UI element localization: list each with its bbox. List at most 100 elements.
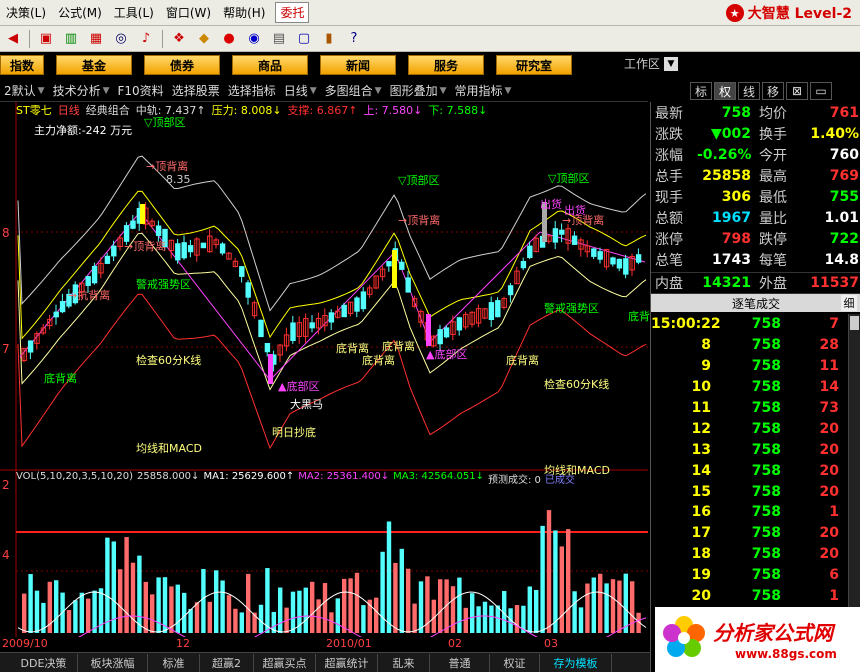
- menu-help[interactable]: 帮助(H): [217, 4, 271, 21]
- tab-window-icon[interactable]: ▭: [810, 82, 832, 100]
- candle-body: [27, 340, 34, 353]
- globe-icon[interactable]: ◉: [243, 29, 265, 49]
- invest-icon[interactable]: ❖: [168, 29, 190, 49]
- candle-body: [111, 245, 117, 257]
- tick-row[interactable]: 8 758 28: [651, 335, 847, 356]
- chart-icon[interactable]: ▥: [60, 29, 82, 49]
- tick-row[interactable]: 15:00:22 758 7: [651, 314, 847, 335]
- quote-grid: 最新 758 均价 761 涨跌 ▼002 换手 1.40% 涨幅 -0.26% 今开 760 总手 25…: [651, 102, 860, 270]
- quote-value: 760: [829, 146, 859, 163]
- tick-row[interactable]: 18 758 20: [651, 544, 847, 565]
- menu-window[interactable]: 窗口(W): [160, 4, 217, 21]
- tick-row[interactable]: 20 758 1: [651, 586, 847, 607]
- volume-bar: [226, 595, 232, 633]
- volume-bar: [546, 510, 552, 633]
- nav-service[interactable]: 服务: [408, 55, 484, 75]
- dragon-icon[interactable]: ●: [218, 29, 240, 49]
- func-default[interactable]: 2默认 ▼: [0, 82, 49, 99]
- tick-list[interactable]: 15:00:22 758 7 8 758 28 9 758 11 10 758 14 11 758 73 12…: [651, 314, 847, 606]
- tab-sector-gain[interactable]: 板块涨幅: [78, 653, 148, 672]
- tab-chaoying2[interactable]: 超赢2: [200, 653, 254, 672]
- entrust-button[interactable]: 委托: [275, 2, 310, 23]
- func-label: 日线: [283, 84, 308, 98]
- nav-index[interactable]: 指数: [0, 55, 44, 75]
- tick-row[interactable]: 13 758 20: [651, 439, 847, 460]
- tab-right[interactable]: 权: [714, 82, 736, 100]
- tab-chaoying-stats[interactable]: 超赢统计: [316, 653, 378, 672]
- tick-row[interactable]: 15 758 20: [651, 481, 847, 502]
- tab-standard[interactable]: 标准: [148, 653, 200, 672]
- tick-row[interactable]: 11 758 73: [651, 398, 847, 419]
- tick-time: 13: [691, 441, 711, 458]
- tick-scrollbar[interactable]: [848, 314, 860, 654]
- tab-line[interactable]: 线: [738, 82, 760, 100]
- func-daily[interactable]: 日线 ▼: [280, 82, 321, 99]
- nav-bond[interactable]: 债券: [144, 55, 220, 75]
- tick-row[interactable]: 10 758 14: [651, 377, 847, 398]
- nav-news[interactable]: 新闻: [320, 55, 396, 75]
- detail-button[interactable]: 细: [841, 295, 857, 311]
- tick-row[interactable]: 16 758 1: [651, 502, 847, 523]
- diamond-icon[interactable]: ◆: [193, 29, 215, 49]
- tile-icon[interactable]: ▣: [35, 29, 57, 49]
- price-axis-7a: 7: [2, 342, 10, 356]
- tick-row[interactable]: 14 758 20: [651, 460, 847, 481]
- tick-row[interactable]: 19 758 6: [651, 565, 847, 586]
- func-multi-chart[interactable]: 多图组合 ▼: [321, 82, 386, 99]
- tab-luanlai[interactable]: 乱来: [378, 653, 430, 672]
- tab-chaoying-buy[interactable]: 超赢买点: [254, 653, 316, 672]
- signal-annotation: →抗背离: [68, 289, 111, 302]
- candle-body: [623, 258, 629, 275]
- tick-row[interactable]: 9 758 11: [651, 356, 847, 377]
- tab-mark[interactable]: 标: [690, 82, 712, 100]
- candle-body: [610, 257, 616, 265]
- workspace-selector[interactable]: 工作区 ▼: [624, 55, 678, 72]
- volume-bar: [438, 579, 443, 633]
- help-icon[interactable]: ?: [343, 29, 365, 49]
- app-window: 决策(L) 公式(M) 工具(L) 窗口(W) 帮助(H) 委托 ★ 大智慧 L…: [0, 0, 860, 672]
- menu-formula[interactable]: 公式(M): [52, 4, 108, 21]
- menu-decision[interactable]: 决策(L): [0, 4, 52, 21]
- bar-icon[interactable]: ▦: [85, 29, 107, 49]
- func-tech-analysis[interactable]: 技术分析 ▼: [49, 82, 114, 99]
- notebook-icon[interactable]: ▤: [268, 29, 290, 49]
- tab-save-template[interactable]: 存为模板: [540, 653, 612, 672]
- alarm-icon[interactable]: ♪: [135, 29, 157, 49]
- tab-move[interactable]: 移: [762, 82, 784, 100]
- tab-normal[interactable]: 普通: [430, 653, 490, 672]
- func-select-indicator[interactable]: 选择指标: [224, 82, 280, 99]
- back-icon[interactable]: ◀: [2, 29, 24, 49]
- func-overlay[interactable]: 图形叠加 ▼: [386, 82, 451, 99]
- func-select-stock[interactable]: 选择股票: [168, 82, 224, 99]
- candle-body: [399, 261, 405, 270]
- nav-fund[interactable]: 基金: [56, 55, 132, 75]
- scrollbar-thumb[interactable]: [850, 316, 859, 330]
- signal-annotation: 警戒强势区: [544, 302, 599, 315]
- func-f10[interactable]: F10资料: [114, 82, 168, 99]
- watermark-title: 分析家公式网: [713, 621, 833, 645]
- func-common-indicator[interactable]: 常用指标 ▼: [451, 82, 516, 99]
- menu-tools[interactable]: 工具(L): [108, 4, 160, 21]
- volume-bar: [393, 562, 398, 633]
- books-icon[interactable]: ▮: [318, 29, 340, 49]
- tick-time: 19: [691, 567, 711, 584]
- volume-bar: [28, 574, 33, 633]
- tick-row[interactable]: 17 758 20: [651, 523, 847, 544]
- support-line: 支撑: 6.867↑: [287, 104, 358, 117]
- volume-bar: [418, 581, 424, 633]
- nav-commodity[interactable]: 商品: [232, 55, 308, 75]
- window-icon[interactable]: ▢: [293, 29, 315, 49]
- tick-row[interactable]: 12 758 20: [651, 418, 847, 439]
- signal-annotation: ▽顶部区: [548, 172, 590, 185]
- candle-body: [85, 276, 91, 286]
- quote-row: 涨跌 ▼002 换手 1.40%: [651, 123, 860, 144]
- tab-dde[interactable]: DDE决策: [0, 653, 78, 672]
- tick-time: 14: [691, 462, 711, 479]
- binoculars-icon[interactable]: ◎: [110, 29, 132, 49]
- tab-warrant[interactable]: 权证: [490, 653, 540, 672]
- chevron-down-icon[interactable]: ▼: [664, 56, 678, 71]
- volume-info-line: VOL(5,10,20,3,5,10,20) 25858.000↓ MA1: 2…: [0, 471, 648, 486]
- tab-grid-icon[interactable]: ⊠: [786, 82, 808, 100]
- volume-bar: [201, 568, 206, 633]
- nav-research[interactable]: 研究室: [496, 55, 572, 75]
